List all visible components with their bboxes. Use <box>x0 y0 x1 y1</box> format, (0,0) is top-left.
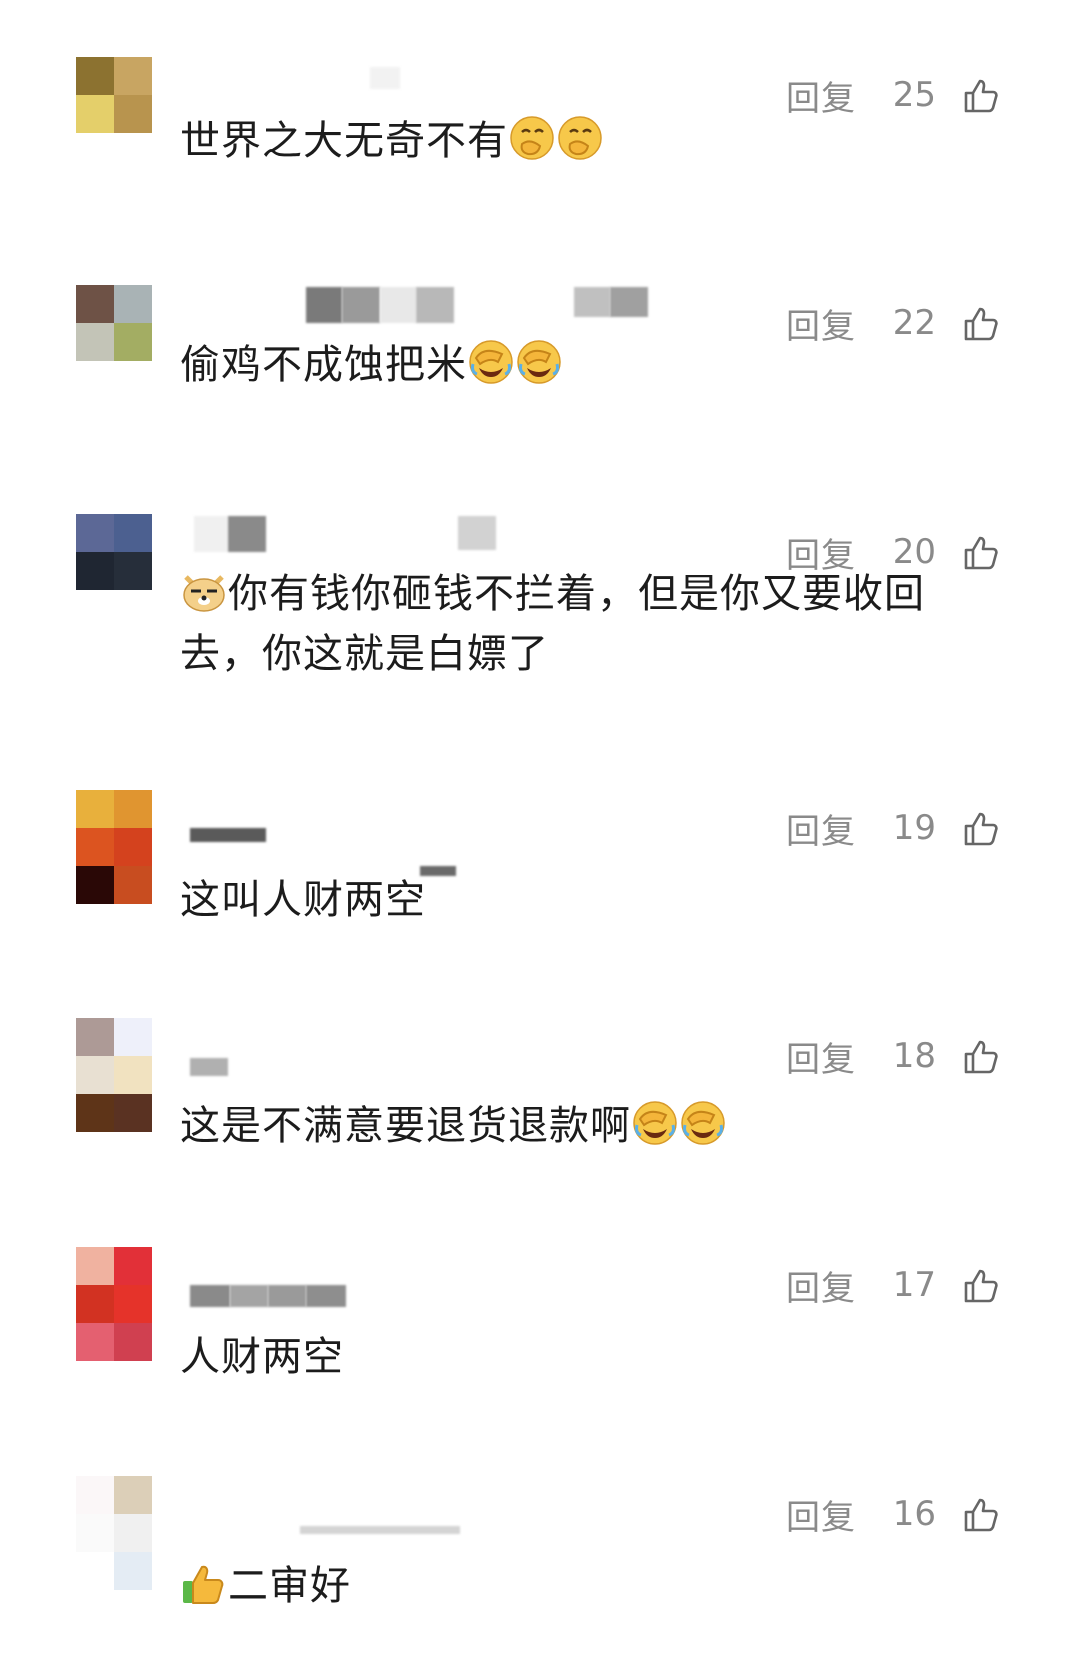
avatar-pixel <box>114 1285 152 1323</box>
like-count: 16 <box>892 1494 936 1534</box>
avatar-pixel <box>76 514 114 552</box>
thumbs-up-icon[interactable] <box>960 1265 1000 1305</box>
avatar-pixel <box>114 95 152 133</box>
comment-text: 这叫人财两空 <box>180 870 1000 930</box>
like-count: 17 <box>892 1265 936 1305</box>
reply-button[interactable]: 回复 <box>786 804 856 853</box>
avatar-pixel <box>114 828 152 866</box>
avatar-pixel <box>76 1247 114 1285</box>
avatar-pixel <box>76 57 114 95</box>
username-blurred[interactable] <box>180 1476 700 1552</box>
face-with-hand-over-mouth-icon <box>510 116 554 160</box>
avatar[interactable] <box>76 790 152 904</box>
thumbs-up-emoji-icon <box>183 1565 224 1604</box>
avatar-pixel <box>76 1094 114 1132</box>
comment-actions: 回复 16 <box>786 1476 1000 1552</box>
avatar-pixel <box>114 1094 152 1132</box>
comment-text-content: 二审好 <box>228 1563 351 1609</box>
avatar-pixel <box>114 866 152 904</box>
avatar-pixel <box>114 514 152 552</box>
reply-button[interactable]: 回复 <box>786 1032 856 1081</box>
comment-text: 世界之大无奇不有 <box>180 111 1000 171</box>
avatar-pixel <box>76 1514 114 1552</box>
facepalm-crying-icon <box>517 340 561 384</box>
comment-text-content: 这是不满意要退货退款啊 <box>180 1103 631 1149</box>
username-blurred[interactable] <box>180 1247 700 1323</box>
doge-icon <box>183 575 225 612</box>
comment-text-line: 你有钱你砸钱不拦着，但是你又要收回 <box>228 571 925 617</box>
avatar-pixel <box>114 57 152 95</box>
like-count: 19 <box>892 808 936 848</box>
avatar[interactable] <box>76 1018 152 1132</box>
comment-text-content: 这叫人财两空 <box>180 877 426 923</box>
facepalm-crying-icon <box>469 340 513 384</box>
comment-text: 人财两空 <box>180 1327 1000 1387</box>
avatar-pixel <box>114 1514 152 1552</box>
comment-text: 二审好 <box>180 1556 1000 1616</box>
thumbs-up-icon[interactable] <box>960 75 1000 115</box>
comment-text: 偷鸡不成蚀把米 <box>180 335 1000 395</box>
avatar-pixel <box>76 552 114 590</box>
avatar-pixel <box>114 1018 152 1056</box>
comment-actions: 回复 18 <box>786 1018 1000 1094</box>
avatar[interactable] <box>76 1247 152 1361</box>
thumbs-up-icon[interactable] <box>960 1036 1000 1076</box>
avatar-pixel <box>76 323 114 361</box>
face-with-hand-over-mouth-icon <box>558 116 602 160</box>
thumbs-up-icon[interactable] <box>960 808 1000 848</box>
comment-actions: 回复 19 <box>786 790 1000 866</box>
comment-text: 你有钱你砸钱不拦着，但是你又要收回 去，你这就是白嫖了 <box>180 564 1000 684</box>
like-count: 25 <box>892 75 936 115</box>
avatar-pixel <box>114 1323 152 1361</box>
username-blurred[interactable] <box>180 790 700 876</box>
comment-text-content: 世界之大无奇不有 <box>180 118 508 164</box>
comment-text-content: 偷鸡不成蚀把米 <box>180 342 467 388</box>
comment-text: 这是不满意要退货退款啊 <box>180 1096 1000 1156</box>
facepalm-crying-icon <box>681 1101 725 1145</box>
reply-button[interactable]: 回复 <box>786 1261 856 1310</box>
avatar-pixel <box>76 866 114 904</box>
reply-button[interactable]: 回复 <box>786 1490 856 1539</box>
comment-actions: 回复 17 <box>786 1247 1000 1323</box>
avatar[interactable] <box>76 285 152 361</box>
comment-text-content: 人财两空 <box>180 1334 344 1380</box>
avatar[interactable] <box>76 1476 152 1590</box>
avatar-pixel <box>76 1323 114 1361</box>
avatar[interactable] <box>76 514 152 590</box>
avatar-pixel <box>76 1056 114 1094</box>
facepalm-crying-icon <box>633 1101 677 1145</box>
avatar-pixel <box>114 790 152 828</box>
avatar[interactable] <box>76 57 152 133</box>
thumbs-up-icon[interactable] <box>960 1494 1000 1534</box>
avatar-pixel <box>114 1247 152 1285</box>
avatar-pixel <box>76 790 114 828</box>
like-count: 18 <box>892 1036 936 1076</box>
avatar-pixel <box>76 95 114 133</box>
avatar-pixel <box>76 828 114 866</box>
avatar-pixel <box>114 323 152 361</box>
avatar-pixel <box>114 285 152 323</box>
avatar-pixel <box>114 1056 152 1094</box>
avatar-pixel <box>76 285 114 323</box>
avatar-pixel <box>76 1018 114 1056</box>
avatar-pixel <box>76 1285 114 1323</box>
avatar-pixel <box>76 1476 114 1514</box>
avatar-pixel <box>114 552 152 590</box>
avatar-pixel <box>114 1552 152 1590</box>
avatar-pixel <box>114 1476 152 1514</box>
comment-text-line: 去，你这就是白嫖了 <box>180 631 549 677</box>
username-blurred[interactable] <box>180 1018 700 1094</box>
avatar-pixel <box>76 1552 114 1590</box>
